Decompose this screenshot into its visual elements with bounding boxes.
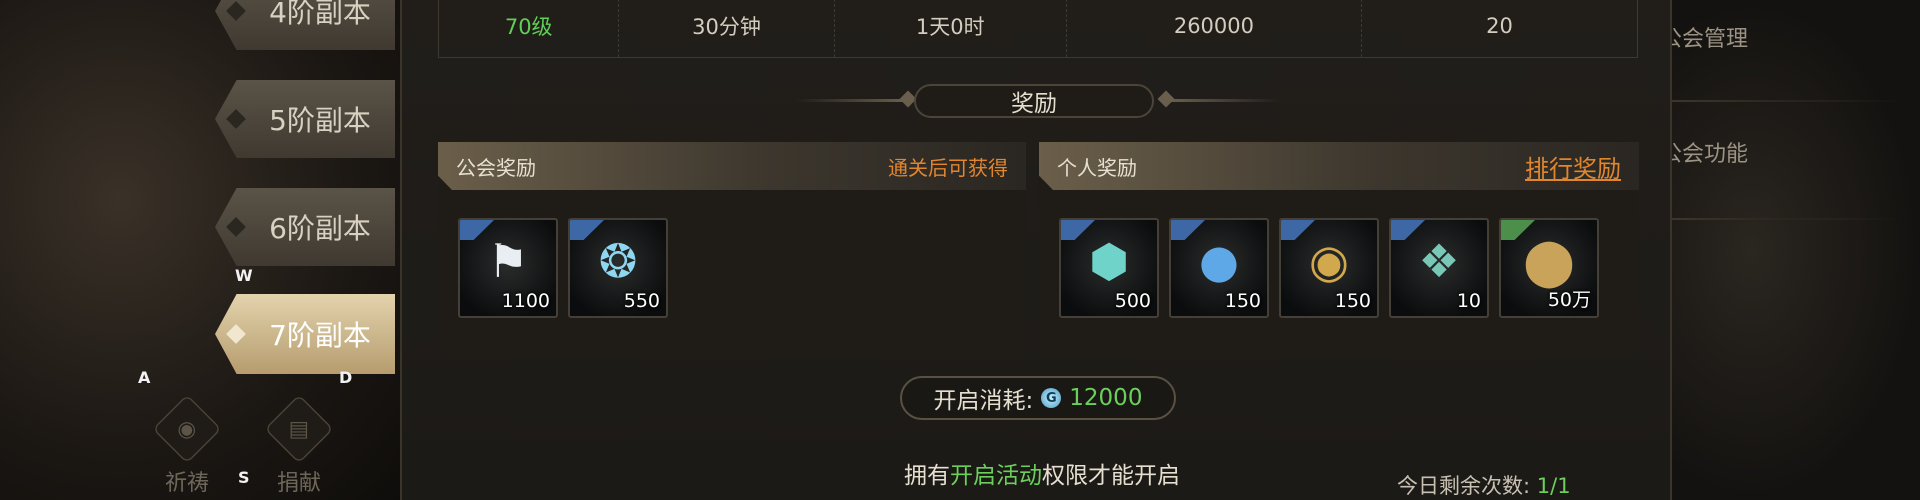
title-ornament-left	[796, 99, 906, 102]
guild-reward-items: ⚑ 1100 ❂ 550	[438, 190, 1026, 318]
right-background	[1640, 0, 1920, 500]
hex-gem-icon: ⬢	[1088, 234, 1130, 288]
item-quantity: 500	[1114, 290, 1151, 312]
pray-label: 祈祷	[164, 471, 209, 496]
personal-reward-header: 个人奖励 排行奖励	[1039, 142, 1639, 190]
right-menu-guild-manage[interactable]: 公会管理	[1660, 10, 1870, 70]
tier-tab-label: 7阶副本	[269, 319, 371, 352]
item-quantity: 150	[1224, 290, 1261, 312]
remaining-label: 今日剩余次数:	[1397, 474, 1531, 498]
ranking-reward-link[interactable]: 排行奖励	[1525, 149, 1621, 184]
donate-button[interactable]: ▤ 捐献	[254, 394, 344, 500]
permission-highlight: 开启活动	[950, 463, 1042, 489]
reward-item[interactable]: ❖ 10	[1389, 218, 1489, 318]
right-menu-divider	[1670, 100, 1900, 102]
title-ornament-right	[1170, 99, 1280, 102]
tab-notch	[226, 109, 246, 129]
remaining-value: 1/1	[1536, 474, 1571, 498]
personal-reward-title: 个人奖励	[1057, 155, 1137, 180]
permission-suffix: 权限才能开启	[1042, 463, 1180, 489]
guild-coin-icon: G	[1041, 388, 1062, 408]
guild-flag-icon: ⚑	[487, 234, 529, 288]
right-menu-guild-function[interactable]: 公会功能	[1660, 125, 1870, 185]
dungeon-info-row: 70级 30分钟 1天0时 260000 20	[438, 0, 1638, 58]
guild-reward-title: 公会奖励	[456, 155, 536, 180]
key-hint-s: S	[238, 468, 250, 487]
duration: 30分钟	[619, 0, 835, 57]
guild-reward-note: 通关后可获得	[888, 155, 1008, 180]
level-requirement: 70级	[439, 0, 620, 57]
open-cost-label: 开启消耗:	[933, 388, 1034, 414]
open-cost: 开启消耗: G 12000	[900, 376, 1176, 420]
permission-prefix: 拥有	[904, 463, 950, 489]
reward-item[interactable]: ◉ 150	[1279, 218, 1379, 318]
open-cost-value: 12000	[1069, 385, 1143, 411]
gold-coin-icon: ⬤	[1523, 234, 1575, 288]
key-hint-a: A	[138, 368, 151, 387]
tab-notch	[226, 217, 246, 237]
tier-tab-label: 4阶副本	[269, 0, 371, 29]
tab-notch	[226, 1, 246, 21]
tier-tab-label: 6阶副本	[269, 212, 371, 245]
item-quantity: 550	[623, 290, 660, 312]
open-time: 1天0时	[835, 0, 1067, 57]
reward-section-title: 奖励	[914, 84, 1154, 118]
right-menu-divider	[1670, 218, 1900, 220]
item-quantity: 150	[1334, 290, 1371, 312]
personal-reward-items: ⬢ 500 ● 150 ◉ 150 ❖ 10 ⬤ 50万	[1039, 190, 1639, 318]
reward-item[interactable]: ❂ 550	[568, 218, 668, 318]
permission-notice: 拥有开启活动权限才能开启	[882, 456, 1202, 490]
dungeon-panel: 70级 30分钟 1天0时 260000 20 奖励 公会奖励 通关后可获得 ⚑…	[400, 0, 1672, 500]
eye-icon: ◉	[152, 394, 222, 464]
guild-reward-box: 公会奖励 通关后可获得 ⚑ 1100 ❂ 550	[438, 142, 1026, 358]
tier-tab-4[interactable]: 4阶副本	[215, 0, 395, 50]
pray-button[interactable]: ◉ 祈祷	[142, 394, 232, 500]
key-hint-d: D	[339, 368, 353, 387]
guild-reward-header: 公会奖励 通关后可获得	[438, 142, 1026, 190]
orb-coin-icon: ◉	[1308, 234, 1350, 288]
remaining-attempts: 今日剩余次数: 1/1	[1397, 470, 1571, 500]
tier-tab-6[interactable]: 6阶副本	[215, 188, 395, 266]
tab-notch	[226, 324, 246, 344]
guild-medal-icon: ❂	[598, 234, 638, 288]
reward-item[interactable]: ⚑ 1100	[458, 218, 558, 318]
tier-tab-5[interactable]: 5阶副本	[215, 80, 395, 158]
player-limit: 20	[1486, 13, 1513, 38]
reward-item[interactable]: ⬤ 50万	[1499, 218, 1599, 318]
item-quantity: 10	[1456, 290, 1481, 312]
reward-item[interactable]: ● 150	[1169, 218, 1269, 318]
item-quantity: 50万	[1547, 289, 1591, 311]
personal-reward-box: 个人奖励 排行奖励 ⬢ 500 ● 150 ◉ 150 ❖ 10 ⬤ 50万	[1039, 142, 1639, 358]
boss-hp: 260000	[1067, 0, 1362, 57]
tier-tab-7[interactable]: 7阶副本	[215, 294, 395, 374]
item-quantity: 1100	[501, 290, 550, 312]
reward-item[interactable]: ⬢ 500	[1059, 218, 1159, 318]
book-icon: ▤	[264, 394, 334, 464]
blue-orbs-icon: ●	[1198, 234, 1240, 288]
key-hint-w: W	[235, 266, 253, 285]
tier-tab-label: 5阶副本	[269, 104, 371, 137]
donate-label: 捐献	[276, 471, 321, 496]
crystal-shard-icon: ❖	[1418, 234, 1460, 288]
